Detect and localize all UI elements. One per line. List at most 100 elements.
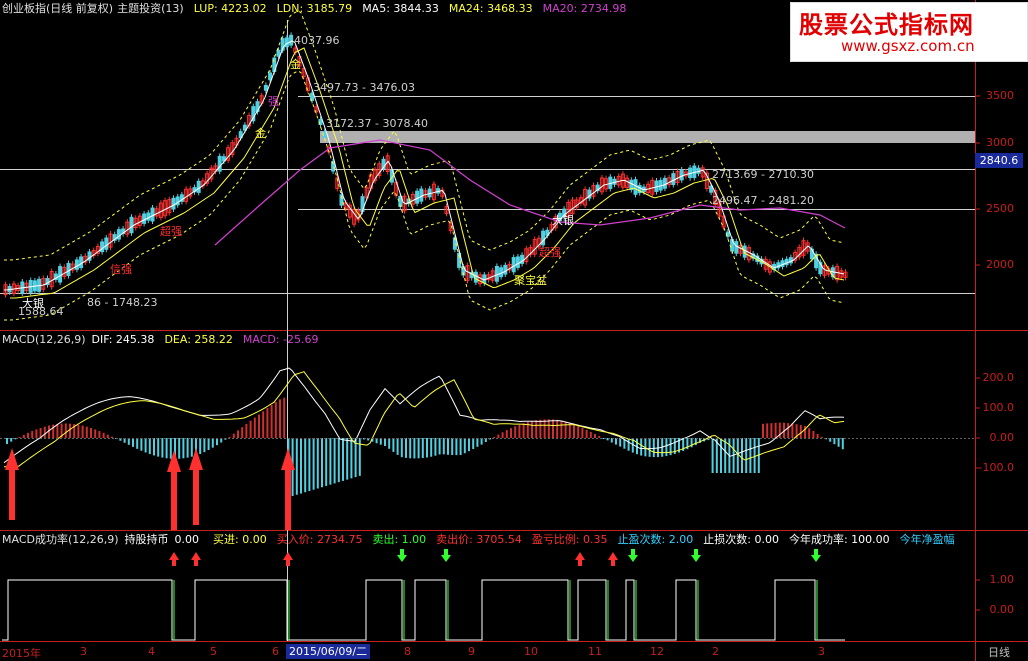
macd-bar — [447, 438, 449, 455]
x-axis-label: 3 — [80, 645, 87, 658]
macd-bar — [392, 438, 395, 452]
macd-bar — [421, 438, 424, 459]
low-band-label: 86 - 1748.23 — [87, 296, 158, 309]
macd-bar — [808, 428, 811, 438]
macd-bar — [161, 438, 164, 458]
macd-bar — [56, 423, 59, 438]
macd-bar — [27, 432, 29, 438]
macd-bar — [841, 438, 844, 450]
macd-bar — [648, 438, 651, 457]
macd-bar — [753, 438, 756, 473]
macd-bar — [203, 438, 206, 453]
macd-bar — [216, 438, 218, 446]
x-axis-label: 2 — [712, 645, 719, 658]
macd-bar — [774, 422, 777, 438]
candle-body — [499, 267, 504, 278]
macd-bar — [711, 438, 714, 473]
macd-bar — [820, 436, 823, 438]
small-down-arrow — [628, 549, 638, 562]
macd-bar — [749, 438, 752, 473]
price-axis-label: 2500 — [986, 202, 1014, 215]
macd-bar — [94, 429, 97, 438]
macd-bar — [111, 436, 113, 438]
macd-bar — [497, 434, 500, 438]
macd-axis-label: 200.0 — [982, 371, 1015, 384]
macd-bar — [451, 438, 454, 456]
macd-bar — [144, 438, 147, 453]
candle-body — [196, 180, 201, 193]
macd-bar — [522, 423, 525, 438]
macd-bar — [505, 430, 508, 438]
macd-bar — [102, 432, 105, 438]
macd-bar — [640, 438, 643, 456]
x-axis-label: 12 — [650, 645, 664, 658]
candle-body — [671, 173, 676, 186]
rate-steps — [2, 579, 845, 641]
watermark-url: www.gsxz.com.cn — [841, 37, 975, 55]
macd-bar — [262, 411, 265, 438]
macd-bar — [64, 423, 67, 438]
macd-bar — [417, 438, 420, 459]
macd-bar — [98, 431, 101, 438]
candle-body — [482, 274, 487, 284]
macd-bar — [589, 431, 592, 438]
macd-bar — [518, 424, 521, 438]
macd-bar — [476, 438, 479, 447]
candle-body — [268, 72, 273, 81]
x-axis-label: 11 — [588, 645, 602, 658]
macd-bar — [384, 438, 386, 447]
macd-bar — [228, 436, 231, 438]
macd-bar — [560, 420, 563, 438]
macd-bar — [388, 438, 391, 449]
buy-arrow-shaft — [9, 468, 15, 520]
macd-bar — [556, 419, 559, 438]
x-axis-label: 4 — [148, 645, 155, 658]
macd-bar — [321, 438, 323, 488]
macd-bar — [396, 438, 399, 455]
candle-body — [633, 179, 638, 195]
macd-bar — [237, 430, 239, 438]
xinxin-label: 信强 — [110, 263, 132, 276]
x-axis-label: 10 — [524, 645, 538, 658]
macd-bar — [720, 438, 722, 473]
candle-body — [679, 169, 684, 181]
candle-body — [66, 262, 71, 277]
resistance-label-4: 2496.47 - 2481.20 — [712, 194, 814, 207]
macd-bar — [438, 438, 441, 455]
chart-canvas[interactable] — [0, 0, 1028, 661]
ma5-line — [3, 40, 845, 291]
macd-bar — [31, 431, 34, 438]
candle-body — [129, 216, 134, 234]
buy-arrow-shaft — [285, 468, 291, 530]
candle-body — [146, 212, 151, 221]
candlesticks — [3, 32, 848, 298]
candle-body — [419, 188, 424, 202]
buy-arrow-head — [5, 448, 19, 470]
candle-body — [511, 257, 516, 273]
macd-bar — [724, 438, 727, 473]
watermark-logo: 股票公式指标网 www.gsxz.com.cn — [790, 2, 1028, 62]
chaoqiang-label-2: 超强 — [539, 246, 561, 259]
macd-bar — [22, 434, 25, 438]
macd-bar — [426, 438, 428, 458]
macd-bar — [186, 438, 189, 458]
macd-bar — [564, 421, 567, 438]
chaoqiang-label: 超强 — [160, 225, 182, 238]
macd-bar — [573, 424, 575, 438]
macd-bar — [585, 429, 588, 438]
macd-bar — [619, 438, 622, 447]
macd-bar — [535, 420, 538, 438]
macd-bar — [249, 420, 252, 438]
jin-label-1: 金 — [290, 58, 301, 71]
dif-line — [3, 367, 845, 464]
macd-bar — [787, 423, 790, 438]
small-down-arrow — [397, 549, 407, 562]
candle-body — [150, 207, 155, 222]
candle-body — [58, 266, 63, 283]
small-down-arrow — [441, 549, 451, 562]
chart-frame — [0, 0, 1028, 661]
macd-bar — [543, 419, 546, 438]
x-axis-label: 8 — [404, 645, 411, 658]
macd-bar — [816, 433, 819, 438]
period-selector[interactable]: 日线 — [988, 644, 1010, 660]
